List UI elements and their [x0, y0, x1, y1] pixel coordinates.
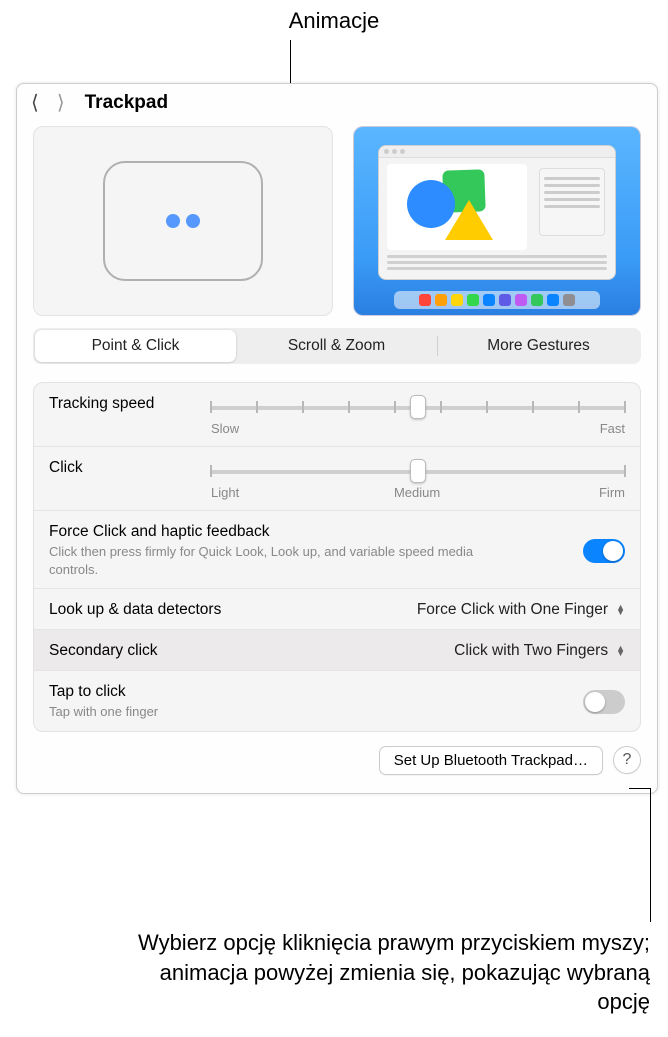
tracking-speed-slider[interactable] [211, 397, 625, 419]
yellow-triangle-icon [445, 200, 493, 240]
lookup-row: Look up & data detectors Force Click wit… [34, 589, 640, 630]
context-menu-icon [539, 168, 605, 236]
trackpad-settings-window: ⟨ ⟩ Trackpad [16, 83, 658, 794]
preview-row [17, 126, 657, 316]
bottom-button-row: Set Up Bluetooth Trackpad… ? [17, 732, 657, 775]
dock-app-icon [483, 294, 495, 306]
forward-button[interactable]: ⟩ [57, 93, 65, 113]
desktop-window [378, 145, 616, 280]
tap-to-click-label: Tap to click [49, 683, 158, 701]
nav-arrows: ⟨ ⟩ [31, 93, 65, 113]
tab-bar: Point & Click Scroll & Zoom More Gesture… [33, 328, 641, 364]
tab-more-gestures[interactable]: More Gestures [438, 330, 639, 362]
click-strength-label: Click [49, 459, 189, 477]
slider-min-label: Light [211, 485, 239, 500]
dock-app-icon [547, 294, 559, 306]
tab-scroll-and-zoom[interactable]: Scroll & Zoom [236, 330, 437, 362]
tracking-speed-row: Tracking speed Slow Fast [34, 383, 640, 447]
force-click-description: Click then press firmly for Quick Look, … [49, 543, 489, 578]
slider-max-label: Fast [600, 421, 625, 436]
secondary-click-popup[interactable]: Click with Two Fingers ▲▼ [454, 642, 625, 660]
secondary-click-label: Secondary click [49, 642, 158, 660]
dock-app-icon [419, 294, 431, 306]
callout-line-bottom [629, 788, 651, 789]
lookup-popup[interactable]: Force Click with One Finger ▲▼ [417, 601, 625, 619]
callout-line-top [290, 40, 291, 86]
lookup-label: Look up & data detectors [49, 601, 221, 619]
setup-bluetooth-button[interactable]: Set Up Bluetooth Trackpad… [379, 746, 603, 775]
page-title: Trackpad [85, 92, 168, 114]
finger-dot-icon [166, 214, 180, 228]
force-click-row: Force Click and haptic feedback Click th… [34, 511, 640, 589]
tracking-speed-label: Tracking speed [49, 395, 189, 413]
dock-app-icon [499, 294, 511, 306]
callout-secondary-click-label: Wybierz opcję kliknięcia prawym przycisk… [138, 928, 650, 1017]
settings-group: Tracking speed Slow Fast Click Light [33, 382, 641, 732]
window-titlebar: ⟨ ⟩ Trackpad [17, 84, 657, 124]
desktop-canvas [387, 164, 527, 250]
click-strength-row: Click Light Medium Firm [34, 447, 640, 511]
slider-max-label: Firm [599, 485, 625, 500]
dock-app-icon [467, 294, 479, 306]
secondary-click-value: Click with Two Fingers [454, 642, 608, 660]
dock [394, 291, 600, 309]
help-button[interactable]: ? [613, 746, 641, 774]
tap-to-click-description: Tap with one finger [49, 703, 158, 721]
desktop-preview [353, 126, 641, 316]
dock-app-icon [515, 294, 527, 306]
slider-mid-label: Medium [394, 485, 440, 500]
dock-app-icon [435, 294, 447, 306]
chevron-up-down-icon: ▲▼ [616, 605, 625, 615]
callout-animations-label: Animacje [0, 8, 668, 34]
chevron-up-down-icon: ▲▼ [616, 646, 625, 656]
finger-dot-icon [186, 214, 200, 228]
tap-to-click-toggle[interactable] [583, 690, 625, 714]
force-click-toggle[interactable] [583, 539, 625, 563]
tab-point-and-click[interactable]: Point & Click [35, 330, 236, 362]
dock-app-icon [451, 294, 463, 306]
tap-to-click-row: Tap to click Tap with one finger [34, 671, 640, 731]
dock-app-icon [531, 294, 543, 306]
click-strength-slider[interactable] [211, 461, 625, 483]
force-click-label: Force Click and haptic feedback [49, 523, 489, 541]
slider-min-label: Slow [211, 421, 239, 436]
trackpad-shape [103, 161, 263, 281]
back-button[interactable]: ⟨ [31, 93, 39, 113]
dock-app-icon [563, 294, 575, 306]
trackpad-animation-preview [33, 126, 333, 316]
lookup-value: Force Click with One Finger [417, 601, 608, 619]
secondary-click-row: Secondary click Click with Two Fingers ▲… [34, 630, 640, 671]
